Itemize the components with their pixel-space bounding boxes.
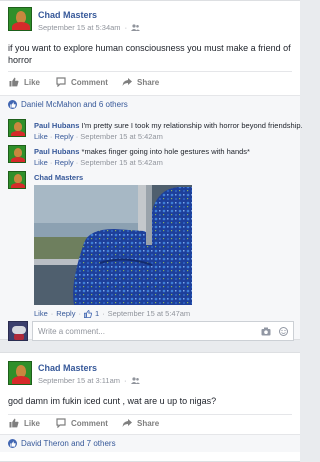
share-icon	[122, 78, 132, 86]
post-author[interactable]: Chad Masters	[38, 363, 97, 373]
comment-like-link[interactable]: Like	[34, 132, 48, 141]
post-body: god damn im fukin iced cunt , wat are u …	[8, 396, 217, 406]
post-card: Chad Masters September 15 at 3:11am · go…	[0, 352, 300, 462]
comment-tools	[261, 327, 288, 336]
comments-section: Paul Hubans I'm pretty sure I took my re…	[0, 113, 303, 341]
commenter-avatar[interactable]	[8, 145, 26, 163]
comment-like-link[interactable]: Like	[34, 309, 48, 318]
thumbs-up-icon	[9, 418, 19, 428]
divider	[8, 71, 292, 72]
comment-body: Paul Hubans I'm pretty sure I took my re…	[34, 121, 303, 130]
like-reaction-icon	[8, 439, 17, 448]
comment-reply-link[interactable]: Reply	[54, 132, 73, 141]
current-user-avatar[interactable]	[8, 321, 28, 341]
comment-text: I'm pretty sure I took my relationship w…	[81, 121, 303, 130]
divider	[8, 414, 292, 415]
likes-text[interactable]: David Theron and 7 others	[21, 439, 116, 448]
post-timestamp[interactable]: September 15 at 3:11am ·	[38, 376, 140, 385]
comment-icon	[56, 418, 66, 428]
commenter-avatar[interactable]	[8, 119, 26, 137]
comment-body: Chad Masters	[34, 173, 83, 182]
post-actions: Like Comment Share	[0, 418, 300, 432]
comment-text: *makes finger going into hole gestures w…	[81, 147, 250, 156]
post-card: Chad Masters September 15 at 5:34am · if…	[0, 0, 303, 341]
post-actions: Like Comment Share	[0, 77, 300, 91]
share-icon	[122, 419, 132, 427]
likes-summary[interactable]: David Theron and 7 others	[0, 434, 300, 452]
post-timestamp[interactable]: September 15 at 5:34am ·	[38, 23, 141, 32]
comment-reply-link[interactable]: Reply	[56, 309, 75, 318]
friends-icon	[131, 24, 141, 31]
comment-time[interactable]: September 15 at 5:42am	[80, 158, 163, 167]
comment-body: Paul Hubans *makes finger going into hol…	[34, 147, 250, 156]
share-button[interactable]: Share	[122, 77, 159, 87]
post-body-line-2: horror	[8, 55, 33, 65]
comment-author[interactable]: Chad Masters	[34, 173, 83, 182]
comment-author[interactable]: Paul Hubans	[34, 147, 79, 156]
post-body-line-1: if you want to explore human consciousne…	[8, 43, 291, 53]
comment-icon	[56, 77, 66, 87]
comment-photo[interactable]	[34, 185, 192, 305]
author-avatar[interactable]	[8, 361, 32, 385]
like-button[interactable]: Like	[9, 418, 40, 428]
thumbs-up-icon	[9, 77, 19, 87]
camera-icon[interactable]	[261, 327, 271, 336]
thumbs-up-icon	[83, 309, 92, 318]
comment-meta: Like · Reply · September 15 at 5:42am	[34, 132, 163, 141]
comment-time[interactable]: September 15 at 5:42am	[80, 132, 163, 141]
bus-seat-photo	[34, 185, 192, 305]
comment-like-count[interactable]: 1	[95, 309, 99, 318]
likes-summary[interactable]: Daniel McMahon and 6 others	[0, 95, 300, 113]
comment-reply-link[interactable]: Reply	[54, 158, 73, 167]
comment-meta: Like · Reply · September 15 at 5:42am	[34, 158, 163, 167]
post-author[interactable]: Chad Masters	[38, 10, 97, 20]
comment-button[interactable]: Comment	[56, 77, 108, 87]
comment-button[interactable]: Comment	[56, 418, 108, 428]
post-time[interactable]: September 15 at 5:34am	[38, 23, 121, 32]
author-avatar[interactable]	[8, 7, 32, 31]
commenter-avatar[interactable]	[8, 171, 26, 189]
post-time[interactable]: September 15 at 3:11am	[38, 376, 120, 385]
comment-author[interactable]: Paul Hubans	[34, 121, 79, 130]
likes-text[interactable]: Daniel McMahon and 6 others	[21, 100, 128, 109]
share-button[interactable]: Share	[122, 418, 159, 428]
like-button[interactable]: Like	[9, 77, 40, 87]
friends-icon	[130, 377, 140, 384]
comment-meta: Like · Reply · 1 · September 15 at 5:47a…	[34, 309, 191, 318]
comment-time[interactable]: September 15 at 5:47am	[108, 309, 191, 318]
emoji-icon[interactable]	[279, 327, 288, 336]
write-comment-input[interactable]: Write a comment...	[32, 321, 294, 341]
comment-like-link[interactable]: Like	[34, 158, 48, 167]
like-reaction-icon	[8, 100, 17, 109]
